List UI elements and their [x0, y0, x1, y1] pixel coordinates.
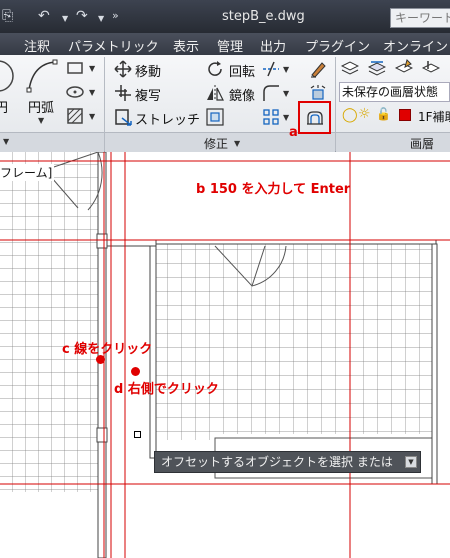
mirror-icon[interactable]	[206, 84, 224, 102]
tab-annotate[interactable]: 注釈	[24, 36, 50, 55]
erase-icon[interactable]	[309, 60, 327, 78]
current-layer-name[interactable]: 1F補助	[418, 108, 450, 125]
rectangle-icon[interactable]	[66, 59, 84, 77]
tab-plugins[interactable]: プラグイン	[305, 36, 370, 55]
array-dropdown-icon[interactable]: ▼	[283, 113, 289, 122]
move-icon[interactable]	[114, 60, 132, 78]
arc-icon[interactable]	[25, 58, 59, 94]
rectangle-dropdown-icon[interactable]: ▼	[89, 64, 95, 73]
chevron-down-icon: ▼	[3, 137, 10, 146]
layer-isolate-icon[interactable]	[422, 59, 440, 77]
annotation-c: c 線をクリック	[62, 342, 153, 357]
annotation-a: a	[289, 125, 298, 140]
title-bar: ⎘ ↶ ▼ ↷ ▼ » stepB_e.dwg キーワード	[0, 0, 450, 33]
arc-label[interactable]: 円弧	[28, 97, 54, 116]
move-label[interactable]: 移動	[135, 61, 161, 80]
unlock-icon[interactable]: 🔓	[376, 107, 391, 121]
circle-label[interactable]: 円	[0, 97, 8, 116]
hatch-icon[interactable]	[66, 107, 84, 125]
rotate-icon[interactable]	[206, 60, 224, 78]
hatch-dropdown-icon[interactable]: ▼	[89, 112, 95, 121]
sun-icon[interactable]: ☼	[358, 106, 371, 122]
redo-icon[interactable]: ↷	[76, 9, 88, 23]
explode-icon[interactable]	[309, 84, 327, 102]
trim-icon[interactable]	[262, 60, 280, 78]
layer-properties-icon[interactable]	[341, 59, 359, 77]
undo-dropdown-icon[interactable]: ▼	[62, 12, 68, 26]
click-point-c	[96, 355, 105, 364]
copy-label[interactable]: 複写	[135, 85, 161, 104]
drawing-canvas[interactable]: フレーム] b 150 を入力して Enter c 線をクリック d 右側でクリ…	[0, 152, 450, 558]
print-icon[interactable]: ⎘	[2, 9, 13, 23]
lightbulb-icon[interactable]: ◯	[342, 107, 358, 123]
layer-match-icon[interactable]	[395, 59, 413, 77]
layer-state-icon[interactable]	[368, 59, 386, 77]
viewport-label[interactable]: フレーム]	[0, 164, 55, 181]
ellipse-icon[interactable]	[66, 83, 84, 101]
annotation-b: b 150 を入力して Enter	[196, 182, 351, 197]
tab-parametric[interactable]: パラメトリック	[68, 36, 159, 55]
redo-dropdown-icon[interactable]: ▼	[98, 12, 104, 26]
modify-panel-title: 修正	[204, 137, 229, 151]
click-point-d	[131, 367, 140, 376]
stretch-icon[interactable]	[114, 108, 132, 126]
trim-dropdown-icon[interactable]: ▼	[283, 65, 289, 74]
crosshair-pickbox	[134, 431, 141, 438]
chevron-down-icon[interactable]: ▼	[234, 139, 240, 148]
ribbon-tab-bar: 注釈 パラメトリック 表示 管理 出力 プラグイン オンライン	[0, 33, 450, 55]
annotation-d: d 右側でクリック	[114, 382, 219, 397]
window-title: stepB_e.dwg	[222, 9, 305, 24]
ellipse-dropdown-icon[interactable]: ▼	[89, 88, 95, 97]
draw-panel-footer[interactable]: ▼	[0, 132, 104, 152]
mirror-label[interactable]: 鏡像	[229, 85, 255, 104]
tab-view[interactable]: 表示	[173, 36, 199, 55]
layer-panel-title: 画層	[410, 137, 435, 151]
undo-icon[interactable]: ↶	[38, 9, 50, 23]
copy-icon[interactable]	[114, 84, 132, 102]
stretch-label[interactable]: ストレッチ	[135, 109, 200, 128]
scale-icon[interactable]	[206, 108, 224, 126]
tab-output[interactable]: 出力	[260, 36, 286, 55]
layer-state-dropdown[interactable]: 未保存の画層状態	[339, 82, 450, 102]
panel-divider	[335, 57, 336, 151]
tab-online[interactable]: オンライン	[383, 36, 448, 55]
command-prompt-tooltip: オフセットするオブジェクトを選択 または ▼	[154, 451, 421, 473]
arc-dropdown-icon[interactable]: ▼	[38, 116, 44, 125]
layer-color-swatch[interactable]	[399, 109, 411, 121]
rotate-label[interactable]: 回転	[229, 61, 255, 80]
chevron-down-icon[interactable]: ▼	[405, 456, 417, 468]
more-icon[interactable]: »	[112, 9, 119, 23]
tab-manage[interactable]: 管理	[217, 36, 243, 55]
command-prompt-text: オフセットするオブジェクトを選択 または	[161, 455, 393, 469]
panel-divider	[104, 57, 105, 151]
offset-highlight-box	[298, 101, 331, 134]
array-icon[interactable]	[262, 108, 280, 126]
fillet-icon[interactable]	[262, 84, 280, 102]
search-input[interactable]: キーワード	[390, 8, 450, 28]
fillet-dropdown-icon[interactable]: ▼	[283, 89, 289, 98]
circle-icon[interactable]	[0, 58, 18, 96]
